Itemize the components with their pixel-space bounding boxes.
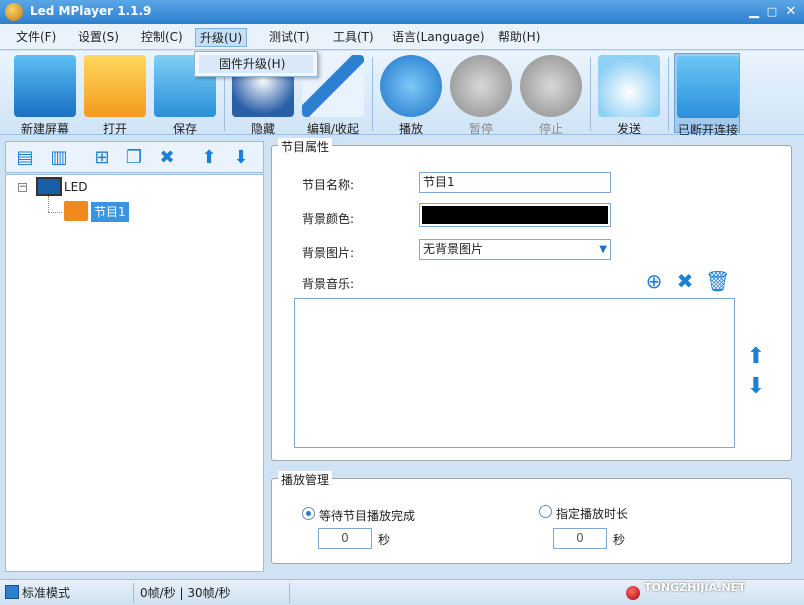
menu-tools[interactable]: 工具(T) [329,28,378,47]
add-screen-icon[interactable]: ▤ [14,147,36,169]
tree-connector [48,212,62,213]
menu-upgrade[interactable]: 升级(U) [195,28,248,47]
app-logo-icon [5,3,23,21]
duration-label[interactable]: 指定播放时长 [556,505,628,522]
pause-icon [450,55,512,117]
menu-bar: 文件(F) 设置(S) 控制(C) 升级(U) 测试(T) 工具(T) 语言(L… [0,24,804,50]
duration-unit-label: 秒 [613,533,626,547]
folder-open-icon [84,55,146,117]
move-down-icon[interactable]: ⬇ [230,147,252,169]
color-swatch [422,206,608,224]
toolbar-separator [590,57,591,131]
program-name-input[interactable]: 节目1 [419,172,611,193]
clapperboard-icon [64,201,88,221]
toolbar-separator [668,57,669,131]
delete-icon[interactable]: ✖ [156,147,178,169]
remove-music-icon[interactable]: ✖ [674,270,696,292]
toolbar-separator [372,57,373,131]
close-icon[interactable]: ✕ [783,4,799,20]
wait-complete-radio[interactable] [302,507,315,520]
new-file-icon[interactable]: ⊞ [91,147,113,169]
maximize-icon[interactable]: □ [764,4,780,20]
upgrade-dropdown: 固件升级(H) [194,51,318,77]
chevron-down-icon: ▼ [599,244,607,255]
mode-status: 标准模式 [22,583,134,603]
minimize-icon[interactable]: ▁ [746,4,762,20]
menu-settings[interactable]: 设置(S) [74,28,123,47]
mode-icon [5,585,19,599]
copy-icon[interactable]: ❐ [123,147,145,169]
title-bar: Led MPlayer 1.1.9 ▁ □ ✕ [0,0,804,24]
menu-test[interactable]: 测试(T) [265,28,314,47]
bg-image-value: 无背景图片 [423,242,484,256]
move-up-icon[interactable]: ⬆ [198,147,220,169]
play-icon [380,55,442,117]
collapse-icon[interactable]: − [18,183,27,192]
add-program-icon[interactable]: ▥ [48,147,70,169]
duration-radio[interactable] [539,505,552,518]
menu-control[interactable]: 控制(C) [137,28,187,47]
bg-music-label: 背景音乐: [302,277,355,291]
bg-color-picker[interactable] [419,203,611,227]
trash-icon[interactable]: 🗑 [705,270,730,292]
move-down-icon[interactable]: ⬇ [745,376,767,398]
stop-button[interactable]: 停止 [518,53,584,136]
pause-button[interactable]: 暂停 [448,53,514,136]
menu-file[interactable]: 文件(F) [12,28,60,47]
bg-color-label: 背景颜色: [302,212,355,226]
window-title: Led MPlayer 1.1.9 [30,4,152,18]
program-properties-title: 节目属性 [278,138,333,155]
new-screen-button[interactable]: 新建屏幕 [12,53,78,136]
tree-toolbar: ▤ ▥ ⊞ ❐ ✖ ⬆ ⬇ [5,141,264,173]
tree-connector [48,196,49,212]
bg-image-label: 背景图片: [302,246,355,260]
stop-icon [520,55,582,117]
duration-value-input[interactable]: 0 [553,528,607,549]
fps-status: 0帧/秒 | 30帧/秒 [140,583,290,603]
status-indicator-icon [626,586,640,600]
paper-plane-cloud-icon [598,55,660,117]
program-tree: − LED 节目1 [5,174,264,572]
bg-image-select[interactable]: 无背景图片 ▼ [419,239,611,260]
menu-language[interactable]: 语言(Language) [388,28,489,47]
move-up-icon[interactable]: ⬆ [745,346,767,368]
wait-value-input[interactable]: 0 [318,528,372,549]
tree-node-program[interactable]: 节目1 [91,202,129,222]
main-toolbar: 新建屏幕 打开 保存 隐藏 编辑/收起 播放 暂停 停止 发送 已断开连接 [0,51,804,137]
monitor-icon [14,55,76,117]
connection-status-button[interactable]: 已断开连接 [674,53,740,137]
send-button[interactable]: 发送 [596,53,662,136]
play-management-title: 播放管理 [278,471,333,488]
menu-help[interactable]: 帮助(H) [494,28,544,47]
program-name-label: 节目名称: [302,178,355,192]
watermark: TONGZHIJIA.NET [644,581,746,594]
tree-node-led[interactable]: LED [64,180,88,194]
play-button[interactable]: 播放 [378,53,444,136]
add-music-icon[interactable]: ⊕ [643,270,665,292]
music-list[interactable] [294,298,735,448]
led-screen-icon [36,177,62,196]
firmware-upgrade-menu-item[interactable]: 固件升级(H) [199,55,313,73]
broken-link-icon [677,56,739,118]
wait-unit-label: 秒 [378,533,391,547]
open-button[interactable]: 打开 [82,53,148,136]
wait-complete-label[interactable]: 等待节目播放完成 [319,507,415,524]
